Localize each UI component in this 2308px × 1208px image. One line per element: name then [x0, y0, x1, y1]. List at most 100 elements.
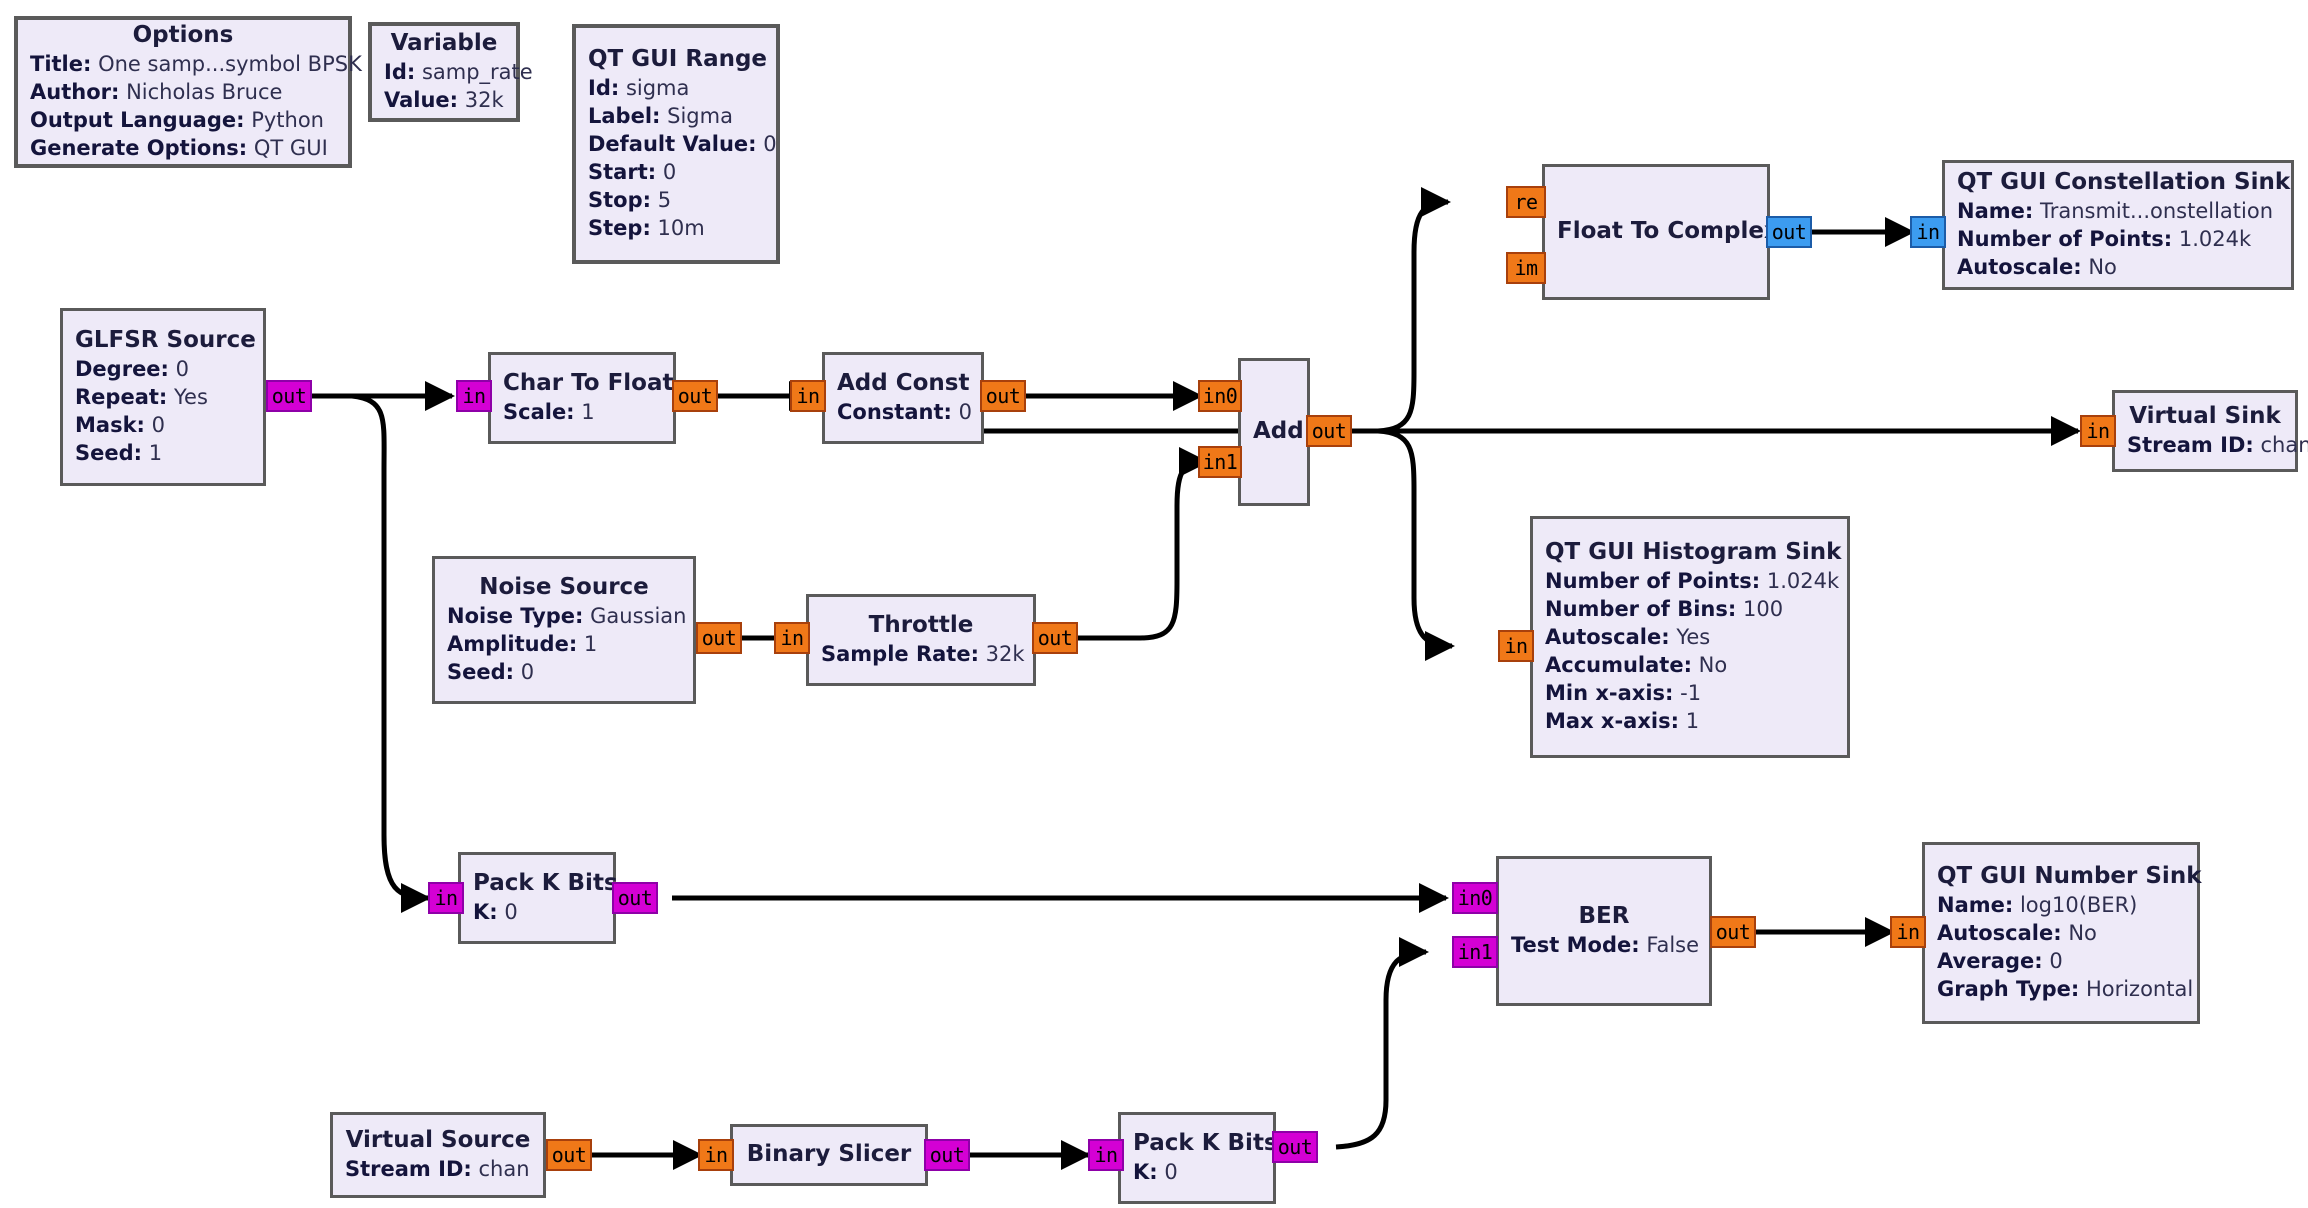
glfsr-out-port[interactable]: out [266, 380, 312, 412]
options-title-param: Title: One samp...symbol BPSK [30, 52, 362, 77]
range-step-param: Step: 10m [588, 215, 705, 240]
histsink-points-param: Number of Points: 1.024k [1545, 569, 1840, 594]
add-const-block[interactable]: Add Const Constant: 0 [822, 352, 984, 444]
packtop-title: Pack K Bits [473, 870, 618, 897]
wire-add-to-float2complex [1377, 187, 1451, 434]
wire-add-to-histogramsink [1377, 428, 1455, 661]
options-language-param: Output Language: Python [30, 107, 324, 132]
virtual-source-block[interactable]: Virtual Source Stream ID: chan [330, 1112, 546, 1198]
f2c-im-port[interactable]: im [1506, 252, 1546, 284]
packbot-title: Pack K Bits [1133, 1130, 1278, 1157]
pack-k-bits-top-block[interactable]: Pack K Bits K: 0 [458, 852, 618, 944]
range-label-param: Label: Sigma [588, 104, 733, 129]
char2float-title: Char To Float [503, 370, 674, 397]
range-title: QT GUI Range [588, 46, 768, 73]
char2float-out-port[interactable]: out [672, 380, 718, 412]
add-in1-port[interactable]: in1 [1198, 446, 1242, 478]
packtop-k-param: K: 0 [473, 899, 518, 924]
add-out-port[interactable]: out [1306, 415, 1352, 447]
noise-type-param: Noise Type: Gaussian [447, 604, 687, 629]
options-generate-param: Generate Options: QT GUI [30, 135, 328, 160]
ber-in0-port[interactable]: in0 [1452, 882, 1498, 914]
constsink-in-port[interactable]: in [1910, 216, 1946, 248]
vsink-title: Virtual Sink [2129, 403, 2281, 430]
qt-gui-number-sink-block[interactable]: QT GUI Number Sink Name: log10(BER) Auto… [1922, 842, 2202, 1024]
throttle-samplerate-param: Sample Rate: 32k [821, 641, 1025, 666]
histsink-bins-param: Number of Bins: 100 [1545, 597, 1784, 622]
noise-seed-param: Seed: 0 [447, 659, 535, 684]
f2c-title: Float To Complex [1557, 218, 1779, 245]
throttle-out-port[interactable]: out [1032, 622, 1078, 654]
slicer-out-port[interactable]: out [924, 1139, 970, 1171]
flowgraph-canvas[interactable]: Options Title: One samp...symbol BPSK Au… [0, 0, 2308, 1208]
qt-gui-histogram-sink-block[interactable]: QT GUI Histogram Sink Number of Points: … [1530, 516, 1850, 758]
add-block[interactable]: Add [1238, 358, 1310, 506]
add-title: Add [1253, 418, 1304, 445]
constsink-title: QT GUI Constellation Sink [1957, 169, 2291, 196]
glfsr-source-block[interactable]: GLFSR Source Degree: 0 Repeat: Yes Mask:… [60, 308, 266, 486]
variable-id-param: Id: samp_rate [384, 60, 533, 85]
noise-amplitude-param: Amplitude: 1 [447, 631, 598, 656]
ber-title: BER [1578, 903, 1630, 930]
addconst-out-port[interactable]: out [980, 380, 1026, 412]
constsink-points-param: Number of Points: 1.024k [1957, 226, 2252, 251]
packbot-k-param: K: 0 [1133, 1159, 1178, 1184]
options-author-param: Author: Nicholas Bruce [30, 80, 283, 105]
options-block[interactable]: Options Title: One samp...symbol BPSK Au… [14, 16, 362, 168]
vsource-title: Virtual Source [345, 1127, 531, 1154]
throttle-in-port[interactable]: in [774, 622, 810, 654]
variable-title: Variable [390, 30, 498, 57]
ber-out-port[interactable]: out [1710, 916, 1756, 948]
packtop-out-port[interactable]: out [612, 882, 658, 914]
constsink-autoscale-param: Autoscale: No [1957, 254, 2117, 279]
noise-source-block[interactable]: Noise Source Noise Type: Gaussian Amplit… [432, 556, 696, 704]
addconst-in-port[interactable]: in [790, 380, 826, 412]
qt-gui-range-block[interactable]: QT GUI Range Id: sigma Label: Sigma Defa… [572, 24, 780, 264]
addconst-constant-param: Constant: 0 [837, 399, 972, 424]
vsource-out-port[interactable]: out [546, 1139, 592, 1171]
range-start-param: Start: 0 [588, 159, 677, 184]
numsink-autoscale-param: Autoscale: No [1937, 921, 2097, 946]
packbot-out-port[interactable]: out [1272, 1131, 1318, 1163]
numsink-average-param: Average: 0 [1937, 948, 2063, 973]
wire-packbot-to-ber-in1 [1335, 937, 1429, 1150]
ber-block[interactable]: BER Test Mode: False [1496, 856, 1712, 1006]
qt-gui-constellation-sink-block[interactable]: QT GUI Constellation Sink Name: Transmit… [1942, 160, 2294, 290]
variable-block[interactable]: Variable Id: samp_rate Value: 32k [368, 22, 533, 122]
numsink-name-param: Name: log10(BER) [1937, 893, 2138, 918]
ber-in1-port[interactable]: in1 [1452, 936, 1498, 968]
range-stop-param: Stop: 5 [588, 187, 672, 212]
ber-testmode-param: Test Mode: False [1511, 932, 1700, 957]
noise-title: Noise Source [479, 574, 649, 601]
binary-slicer-block[interactable]: Binary Slicer [730, 1124, 928, 1186]
throttle-block[interactable]: Throttle Sample Rate: 32k [806, 594, 1036, 686]
slicer-in-port[interactable]: in [698, 1139, 734, 1171]
glfsr-degree-param: Degree: 0 [75, 357, 190, 382]
glfsr-repeat-param: Repeat: Yes [75, 385, 208, 410]
noise-out-port[interactable]: out [696, 622, 742, 654]
histsink-accumulate-param: Accumulate: No [1545, 652, 1728, 677]
variable-value-param: Value: 32k [384, 87, 504, 112]
numsink-title: QT GUI Number Sink [1937, 863, 2202, 890]
vsink-in-port[interactable]: in [2080, 415, 2116, 447]
char2float-in-port[interactable]: in [456, 380, 492, 412]
constsink-name-param: Name: Transmit...onstellation [1957, 199, 2274, 224]
histsink-maxx-param: Max x-axis: 1 [1545, 708, 1700, 733]
char-to-float-block[interactable]: Char To Float Scale: 1 [488, 352, 676, 444]
f2c-out-port[interactable]: out [1766, 216, 1812, 248]
range-default-param: Default Value: 0 [588, 132, 777, 157]
pack-k-bits-bottom-block[interactable]: Pack K Bits K: 0 [1118, 1112, 1278, 1204]
numsink-in-port[interactable]: in [1890, 916, 1926, 948]
virtual-sink-block[interactable]: Virtual Sink Stream ID: chan [2112, 390, 2308, 472]
range-id-param: Id: sigma [588, 76, 690, 101]
wire-glfsr-to-packkbits [351, 393, 431, 913]
histsink-title: QT GUI Histogram Sink [1545, 539, 1842, 566]
float-to-complex-block[interactable]: Float To Complex [1542, 164, 1779, 300]
histsink-autoscale-param: Autoscale: Yes [1545, 625, 1711, 650]
histsink-minx-param: Min x-axis: -1 [1545, 680, 1702, 705]
packbot-in-port[interactable]: in [1088, 1139, 1124, 1171]
f2c-re-port[interactable]: re [1506, 186, 1546, 218]
add-in0-port[interactable]: in0 [1198, 380, 1242, 412]
packtop-in-port[interactable]: in [428, 882, 464, 914]
histsink-in-port[interactable]: in [1498, 630, 1534, 662]
